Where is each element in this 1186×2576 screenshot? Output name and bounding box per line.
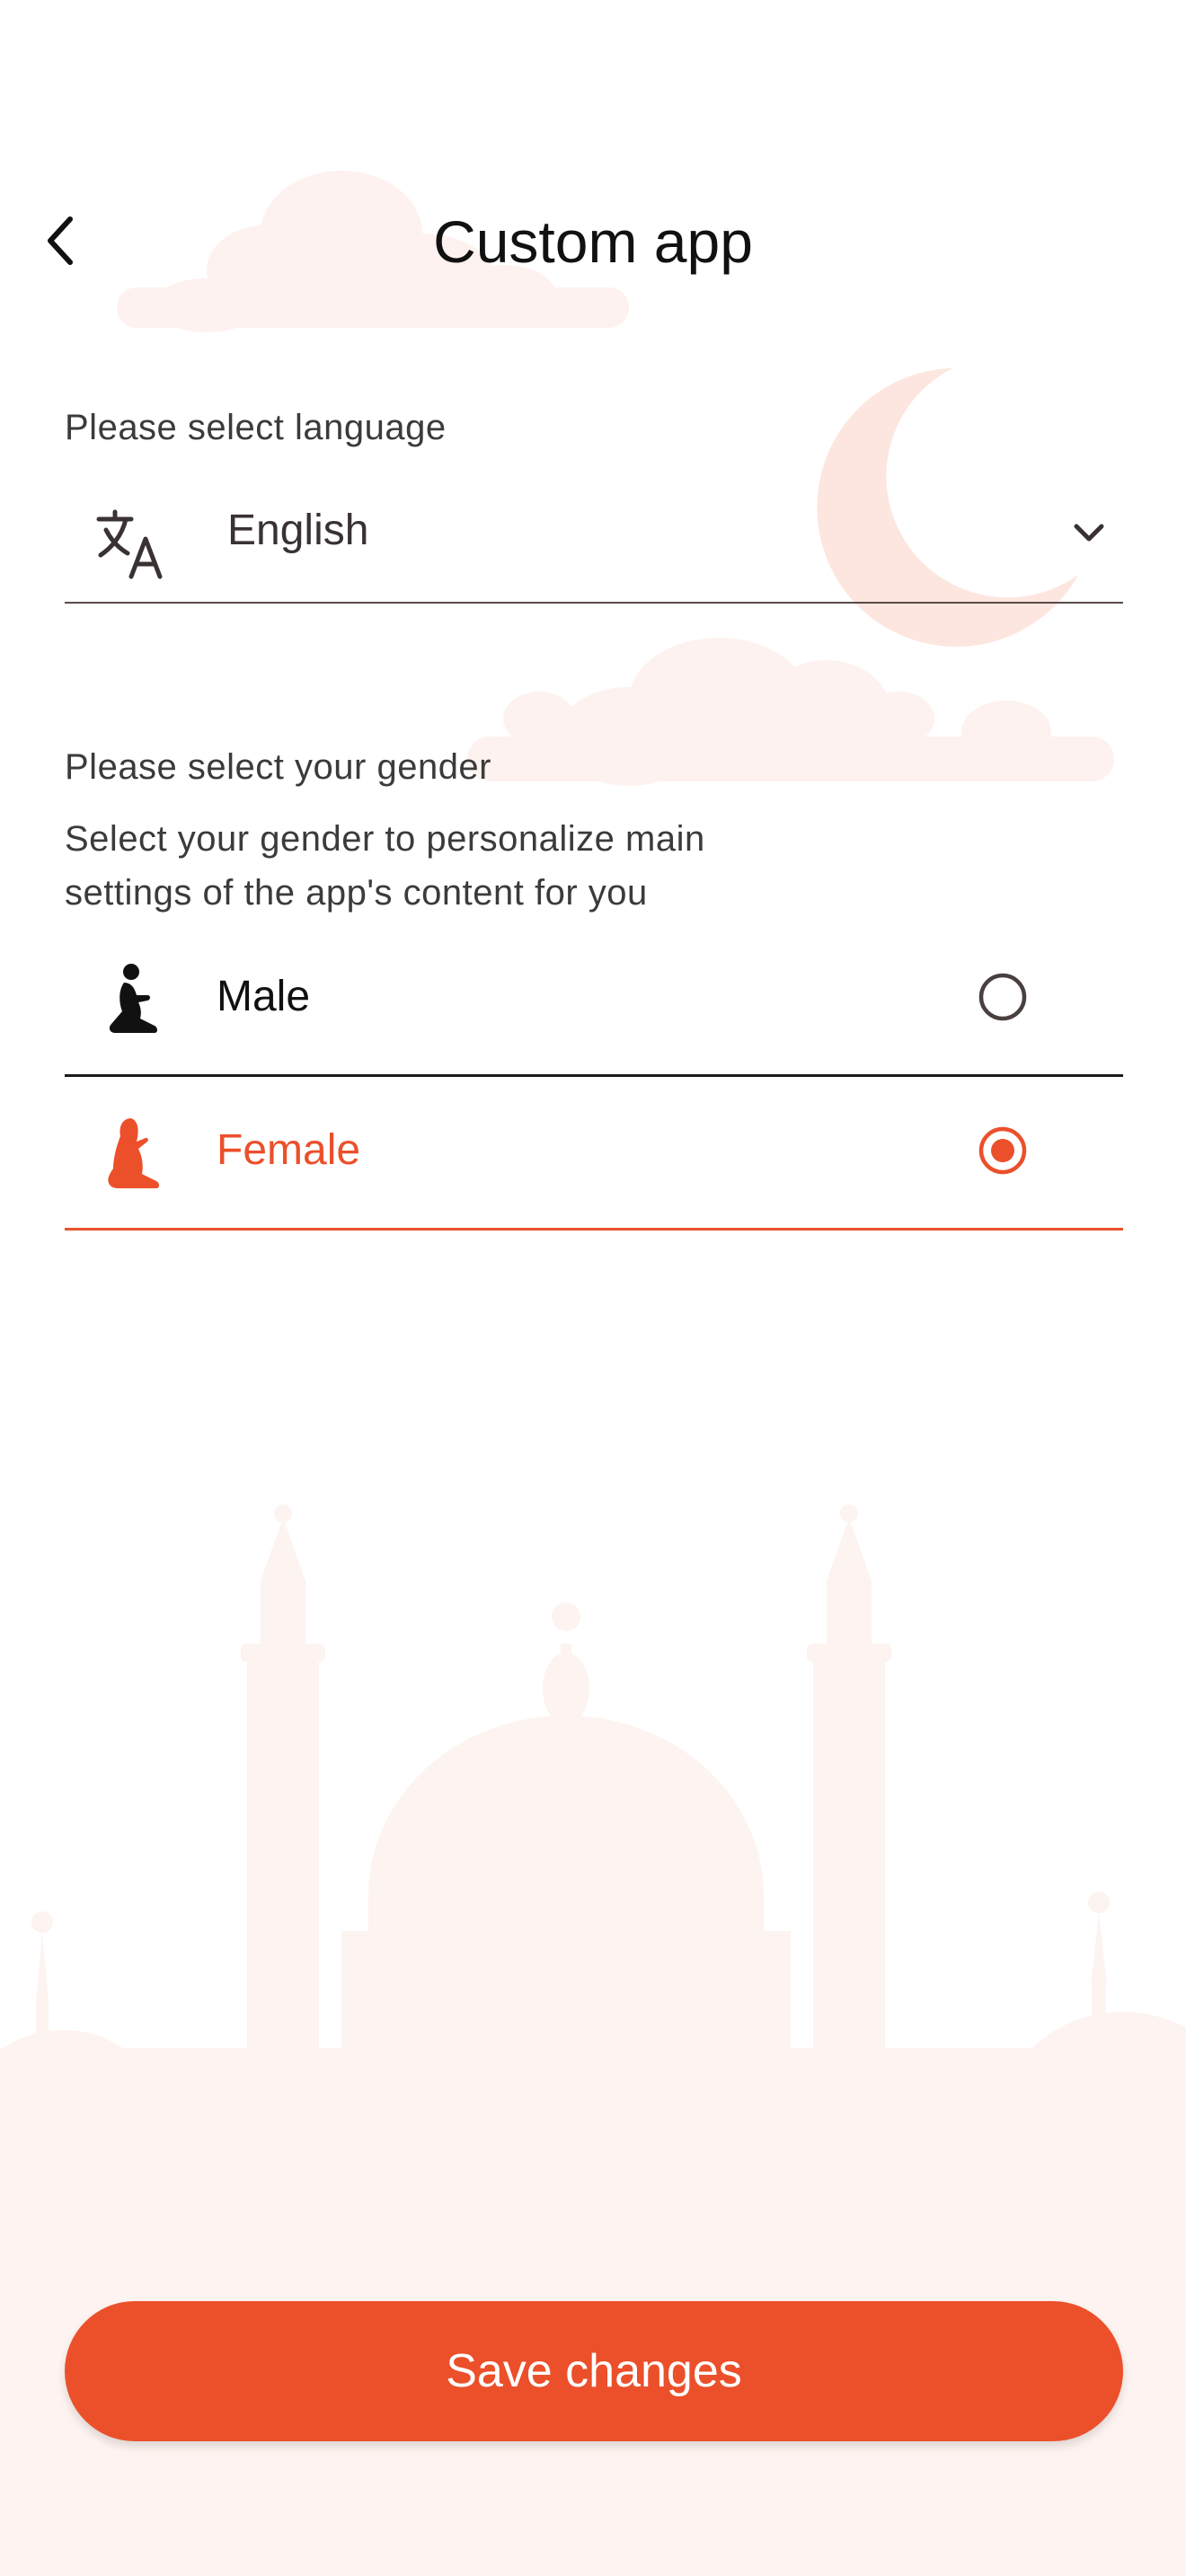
radio-unselected-icon[interactable]	[978, 972, 1028, 1022]
praying-man-icon	[109, 964, 157, 1033]
language-dropdown[interactable]: English	[65, 485, 1123, 604]
radio-selected-icon[interactable]	[978, 1125, 1028, 1176]
gender-option-male[interactable]: Male	[65, 923, 1123, 1077]
gender-description: Select your gender to personalize main s…	[65, 812, 873, 920]
background-mosque-illustration	[0, 171, 1186, 2576]
gender-label: Please select your gender	[65, 747, 491, 787]
gender-description-line: settings of the app's content for you	[65, 873, 648, 913]
gender-option-female[interactable]: Female	[65, 1077, 1123, 1231]
gender-description-line: Select your gender to personalize main	[65, 819, 705, 859]
gender-option-label: Male	[217, 973, 311, 1020]
translate-icon	[96, 509, 163, 579]
chevron-down-icon	[1074, 524, 1104, 542]
selected-language: English	[227, 507, 369, 554]
gender-option-label: Female	[217, 1126, 361, 1174]
language-label: Please select language	[65, 408, 447, 447]
save-changes-button[interactable]: Save changes	[65, 2301, 1123, 2441]
page-title: Custom app	[433, 208, 753, 275]
praying-woman-icon	[108, 1118, 159, 1188]
